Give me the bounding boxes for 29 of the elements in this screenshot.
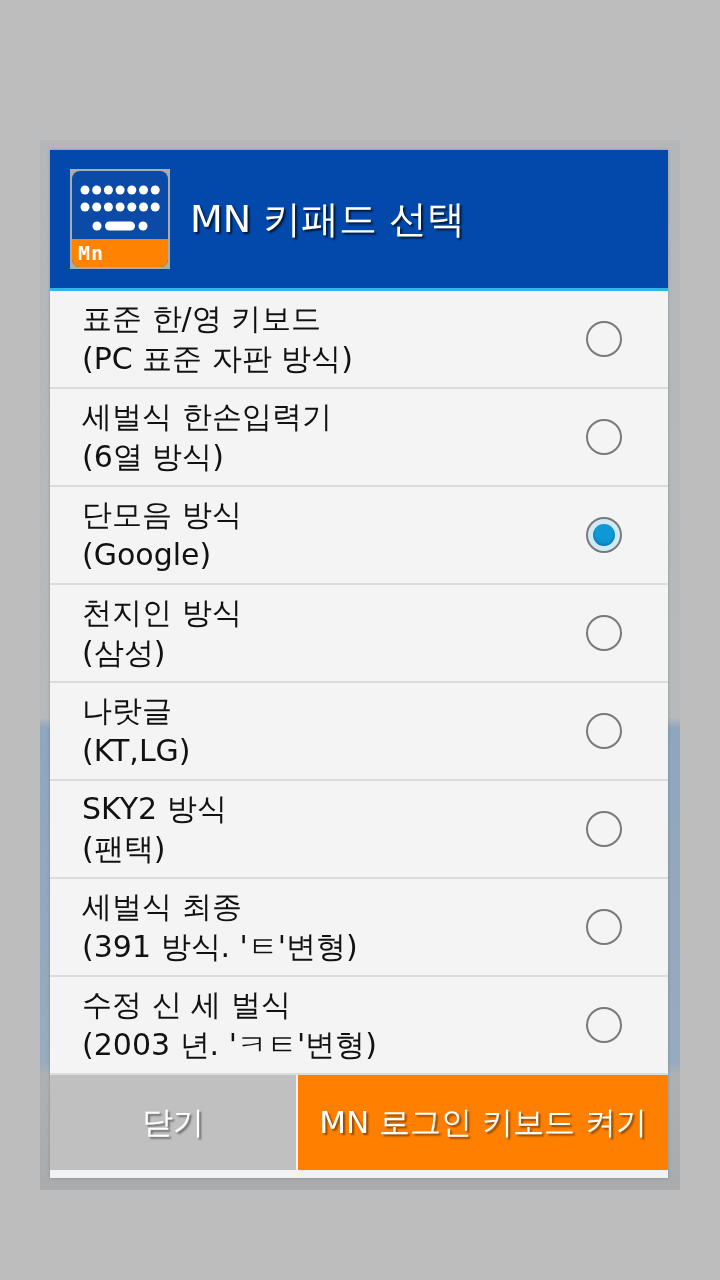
option-subtitle: (PC 표준 자판 방식) [82,340,355,378]
radio-button[interactable] [586,419,622,455]
option-subtitle: (삼성) [82,634,167,672]
option-subtitle: (2003 년. 'ㅋㅌ'변형) [82,1026,378,1064]
radio-button[interactable] [586,811,622,847]
option-title: SKY2 방식 [82,790,228,828]
close-button[interactable]: 닫기 [50,1075,296,1170]
keyboard-icon [80,185,160,231]
option-title: 나랏글 [82,692,173,730]
option-title: 세벌식 한손입력기 [82,398,333,436]
radio-button[interactable] [586,713,622,749]
logo-text: Mn [78,243,105,263]
enable-keyboard-button[interactable]: MN 로그인 키보드 켜기 [298,1075,668,1170]
radio-button[interactable] [586,615,622,651]
option-title: 수정 신 세 벌식 [82,986,292,1024]
option-title: 세벌식 최종 [82,888,243,926]
option-subtitle: (391 방식. 'ㅌ'변형) [82,928,359,966]
dialog-title: MN 키패드 선택 [190,195,466,243]
radio-button[interactable] [586,909,622,945]
radio-button[interactable] [586,517,622,553]
option-title: 단모음 방식 [82,496,243,534]
option-title: 천지인 방식 [82,594,243,632]
option-subtitle: (KT,LG) [82,732,192,770]
option-subtitle: (6열 방식) [82,438,226,476]
radio-button[interactable] [586,1007,622,1043]
radio-button[interactable] [586,321,622,357]
option-subtitle: (팬택) [82,830,167,868]
option-subtitle: (Google) [82,536,213,574]
option-title: 표준 한/영 키보드 [82,300,323,338]
